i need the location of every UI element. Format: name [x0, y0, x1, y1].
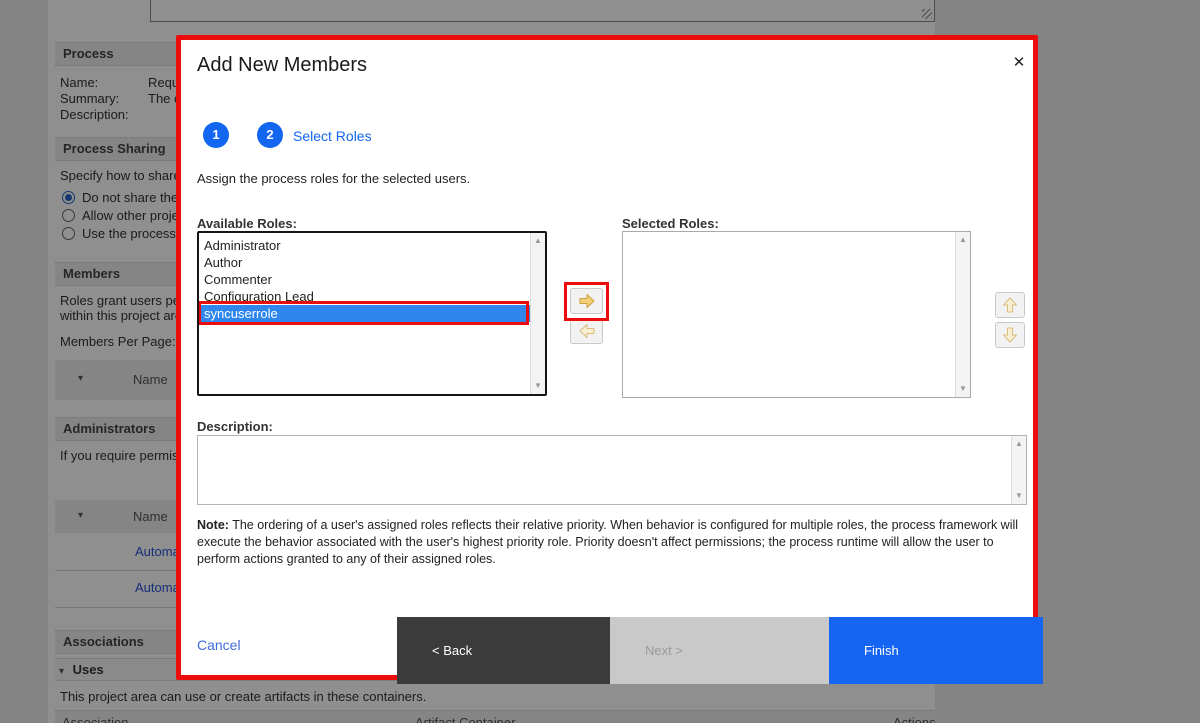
- arrow-down-icon: [1000, 325, 1020, 345]
- finish-button[interactable]: Finish: [829, 617, 1043, 684]
- scrollbar[interactable]: ▲ ▼: [955, 232, 970, 397]
- dialog-title: Add New Members: [197, 54, 367, 77]
- role-option-syncuserrole[interactable]: syncuserrole: [199, 305, 530, 322]
- selected-roles-label: Selected Roles:: [622, 216, 719, 231]
- scroll-down-icon[interactable]: ▼: [531, 379, 545, 393]
- scrollbar[interactable]: ▲ ▼: [1011, 436, 1026, 504]
- scroll-up-icon[interactable]: ▲: [1012, 437, 1026, 451]
- available-roles-label: Available Roles:: [197, 216, 297, 231]
- scroll-down-icon[interactable]: ▼: [1012, 489, 1026, 503]
- cancel-button[interactable]: Cancel: [197, 637, 241, 653]
- role-option-commenter[interactable]: Commenter: [199, 271, 530, 288]
- note-bold: Note:: [197, 518, 229, 532]
- role-option-configuration-lead[interactable]: Configuration Lead: [199, 288, 530, 305]
- next-button: Next >: [610, 617, 829, 684]
- scrollbar[interactable]: ▲ ▼: [530, 233, 545, 394]
- move-right-button[interactable]: [570, 288, 603, 314]
- role-option-administrator[interactable]: Administrator: [199, 237, 530, 254]
- scroll-up-icon[interactable]: ▲: [531, 234, 545, 248]
- selected-roles-list: [623, 232, 955, 397]
- next-button-label: Next >: [645, 643, 683, 658]
- description-label: Description:: [197, 419, 273, 434]
- scroll-down-icon[interactable]: ▼: [956, 382, 970, 396]
- back-button[interactable]: < Back: [397, 617, 610, 684]
- add-new-members-dialog: Add New Members ✕ 1 2 Select Roles Assig…: [176, 35, 1038, 680]
- arrow-left-icon: [577, 321, 597, 341]
- arrow-up-icon: [1000, 295, 1020, 315]
- step-active-label: Select Roles: [293, 128, 372, 144]
- priority-note: Note: The ordering of a user's assigned …: [197, 517, 1033, 568]
- screen: Process Name: Requ Summary: The c Descri…: [0, 0, 1200, 723]
- move-left-button[interactable]: [570, 318, 603, 344]
- available-roles-listbox[interactable]: AdministratorAuthorCommenterConfiguratio…: [197, 231, 547, 396]
- description-textarea[interactable]: ▲ ▼: [197, 435, 1027, 505]
- arrow-right-icon: [577, 291, 597, 311]
- step-2-indicator[interactable]: 2: [257, 122, 283, 148]
- close-icon[interactable]: ✕: [1007, 51, 1031, 75]
- move-down-button[interactable]: [995, 322, 1025, 348]
- back-button-label: < Back: [432, 643, 472, 658]
- note-text: The ordering of a user's assigned roles …: [197, 518, 1018, 566]
- step-1-indicator[interactable]: 1: [203, 122, 229, 148]
- selected-roles-listbox[interactable]: ▲ ▼: [622, 231, 971, 398]
- move-up-button[interactable]: [995, 292, 1025, 318]
- scroll-up-icon[interactable]: ▲: [956, 233, 970, 247]
- role-option-author[interactable]: Author: [199, 254, 530, 271]
- finish-button-label: Finish: [864, 643, 899, 658]
- dialog-instruction: Assign the process roles for the selecte…: [197, 171, 470, 186]
- available-roles-list: AdministratorAuthorCommenterConfiguratio…: [199, 233, 530, 394]
